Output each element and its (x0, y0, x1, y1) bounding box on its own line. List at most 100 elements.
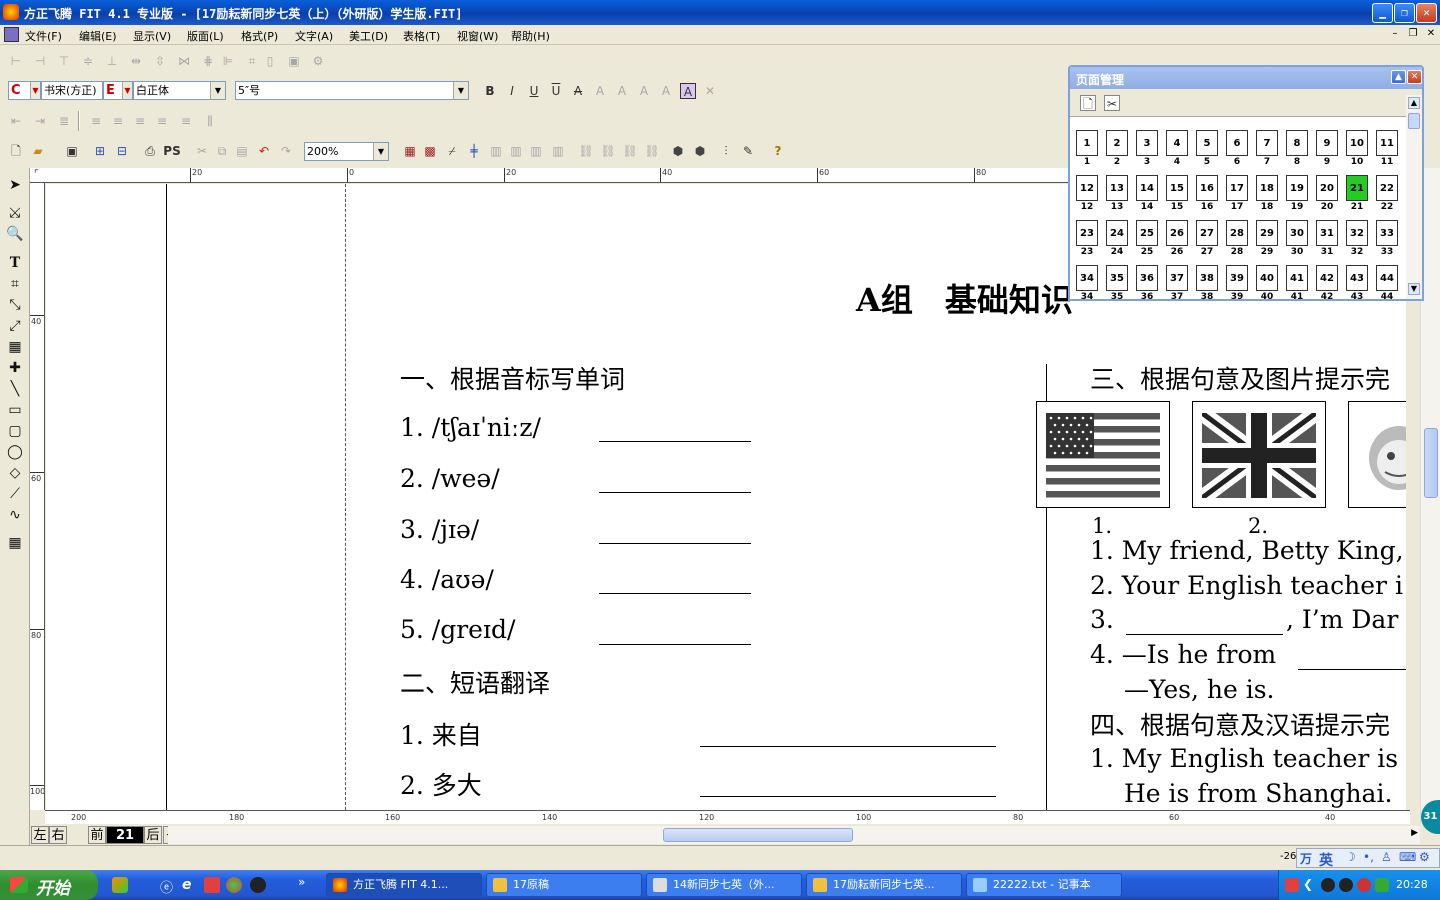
delete-page-icon[interactable]: ✂ (1104, 95, 1120, 111)
mdi-close-button[interactable]: ✕ (1424, 28, 1438, 41)
page-thumbnail[interactable]: 24 24 (1104, 213, 1130, 257)
page-thumbnail[interactable]: 14 14 (1134, 168, 1160, 212)
page-thumbnail[interactable]: 36 36 (1134, 258, 1160, 301)
section1-title[interactable]: 一、根据音标写单词 (400, 360, 625, 396)
restore-button[interactable]: ❐ (1394, 3, 1415, 23)
column-icon[interactable]: ▥ (488, 143, 504, 159)
page-thumbnail[interactable]: 43 43 (1344, 258, 1370, 301)
new-file-icon[interactable]: 🗋 (8, 143, 24, 159)
section4-item-1[interactable]: 1. My English teacher is (1090, 744, 1398, 773)
page-thumbnail[interactable]: 18 18 (1254, 168, 1280, 212)
chain-icon[interactable]: ⛓ (622, 143, 638, 159)
group-heading[interactable]: A组 基础知识 (856, 275, 1073, 321)
tray-shield-icon[interactable] (1375, 878, 1389, 892)
grid-tool-icon[interactable]: ▦ (6, 534, 24, 552)
clock[interactable]: 20:28 (1396, 878, 1428, 891)
section2-item-1[interactable]: 1. 来自 (400, 716, 482, 752)
page-manager-title-bar[interactable]: 页面管理 ▲ ✕ (1070, 67, 1422, 89)
paste-icon[interactable]: ▤ (234, 143, 250, 159)
menu-window[interactable]: 视窗(W) (457, 28, 498, 44)
page-thumbnail[interactable]: 99 (1314, 123, 1340, 167)
document-icon[interactable] (4, 27, 19, 42)
ungroup-icon[interactable]: ⬢ (692, 143, 708, 159)
section3-title[interactable]: 三、根据句意及图片提示完 (1090, 360, 1390, 396)
ime-punct-icon[interactable]: •, (1363, 850, 1374, 864)
page-manager-close-button[interactable]: ✕ (1407, 70, 1422, 84)
section4-title[interactable]: 四、根据句意及汉语提示完 (1090, 706, 1390, 742)
page-thumbnail[interactable]: 11 11 (1374, 123, 1400, 167)
page-thumbnail[interactable]: 23 23 (1074, 213, 1100, 257)
page-thumbnail[interactable]: 27 27 (1194, 213, 1220, 257)
ime-user-icon[interactable]: ♙ (1381, 850, 1392, 864)
section2-item-2[interactable]: 2. 多大 (400, 766, 482, 802)
reverse-text-icon[interactable]: A (680, 83, 696, 99)
add-page-icon[interactable]: 🗋 (1080, 95, 1096, 111)
section1-item-3[interactable]: 3. /jɪə/ (400, 515, 479, 544)
section3-item-2[interactable]: 2. Your English teacher i (1090, 571, 1403, 600)
horizontal-scrollbar[interactable]: ▶ (168, 826, 1420, 844)
page-thumbnail[interactable]: 41 41 (1284, 258, 1310, 301)
align-center-icon[interactable]: ⊣ (32, 53, 48, 69)
overline-icon[interactable]: U (548, 83, 564, 99)
task-document[interactable]: 14新同步七英（外... (646, 873, 802, 897)
page-manager-scrollbar[interactable]: ▲ ▼ (1406, 95, 1422, 299)
open-folder-icon[interactable]: ▰ (30, 143, 46, 159)
page-thumbnail[interactable]: 20 20 (1314, 168, 1340, 212)
tray-alert-icon[interactable] (1357, 878, 1371, 892)
link-tool-icon[interactable]: ⤡ (6, 296, 24, 314)
underline-icon[interactable]: U (526, 83, 542, 99)
section3-item-3-number[interactable]: 3. (1090, 605, 1114, 634)
page-thumbnail[interactable]: 40 40 (1254, 258, 1280, 301)
scroll-down-icon[interactable]: ▼ (1408, 283, 1420, 295)
menu-table[interactable]: 表格(T) (403, 28, 440, 44)
quicklaunch-expand-icon[interactable]: » (298, 875, 305, 889)
section1-item-2[interactable]: 2. /weə/ (400, 464, 500, 493)
mdi-restore-button[interactable]: ❐ (1406, 28, 1420, 41)
menu-layout[interactable]: 版面(L) (187, 28, 224, 44)
import-icon[interactable]: ⊞ (92, 143, 108, 159)
clear-format-icon[interactable]: ✕ (702, 83, 718, 99)
ps-output-icon[interactable]: PS (162, 143, 182, 159)
page-thumbnail[interactable]: 22 (1104, 123, 1130, 167)
usa-flag-image[interactable] (1036, 401, 1170, 508)
page-edit-icon[interactable]: ✎ (740, 143, 756, 159)
page-thumbnail[interactable]: 30 30 (1284, 213, 1310, 257)
scroll-right-icon[interactable]: ▶ (1411, 828, 1418, 838)
table-icon[interactable]: ▦ (402, 143, 418, 159)
minimize-button[interactable]: ▁ (1372, 3, 1393, 23)
tray-qq2-icon[interactable] (1339, 878, 1353, 892)
section3-item-4-answer[interactable]: —Yes, he is. (1124, 675, 1274, 704)
ime-settings-icon[interactable]: ⚙ (1419, 850, 1430, 864)
page-thumbnail[interactable]: 39 39 (1224, 258, 1250, 301)
align-middle-icon[interactable]: ≑ (80, 53, 96, 69)
shadow-text-icon[interactable]: A (636, 83, 652, 99)
first-line-icon[interactable]: ≣ (56, 113, 72, 129)
rounded-rect-tool-icon[interactable]: ▢ (6, 422, 24, 440)
cn-font-select[interactable]: 书宋(方正) (41, 81, 103, 100)
current-page-indicator[interactable]: 21 (106, 826, 144, 844)
text-flow-icon[interactable]: ⫶ (718, 143, 734, 159)
task-notepad[interactable]: 22222.txt - 记事本 (966, 873, 1122, 897)
page-thumbnail[interactable]: 26 26 (1164, 213, 1190, 257)
align-text-right-icon[interactable]: ≡ (154, 113, 170, 129)
page-thumbnail[interactable]: 32 32 (1344, 213, 1370, 257)
node-edit-icon[interactable]: ⤩ (6, 204, 24, 222)
quicklaunch-360-icon[interactable] (226, 877, 242, 893)
right-page-button[interactable]: 右 (49, 826, 67, 844)
distribute-h-icon[interactable]: ⇹ (128, 53, 144, 69)
menu-help[interactable]: 帮助(H) (511, 28, 550, 44)
section3-item-3-text[interactable]: , I’m Dar (1286, 605, 1398, 634)
copy-icon[interactable]: ⧉ (214, 143, 230, 159)
line-tool-icon[interactable]: ╲ (6, 380, 24, 398)
menu-format[interactable]: 格式(P) (241, 28, 278, 44)
rectangle-tool-icon[interactable]: ▭ (6, 401, 24, 419)
mdi-minimize-button[interactable]: – (1388, 28, 1402, 41)
align-grid-icon[interactable]: ⌗ (244, 53, 260, 69)
export-icon[interactable]: ⊟ (114, 143, 130, 159)
align-settings-icon[interactable]: ⚙ (310, 53, 326, 69)
page-thumbnail[interactable]: 35 35 (1104, 258, 1130, 301)
ellipse-tool-icon[interactable]: ◯ (6, 443, 24, 461)
distribute-v-icon[interactable]: ⇳ (152, 53, 168, 69)
italic-icon[interactable]: I (504, 83, 520, 99)
prev-page-button[interactable]: 前 (88, 826, 106, 844)
